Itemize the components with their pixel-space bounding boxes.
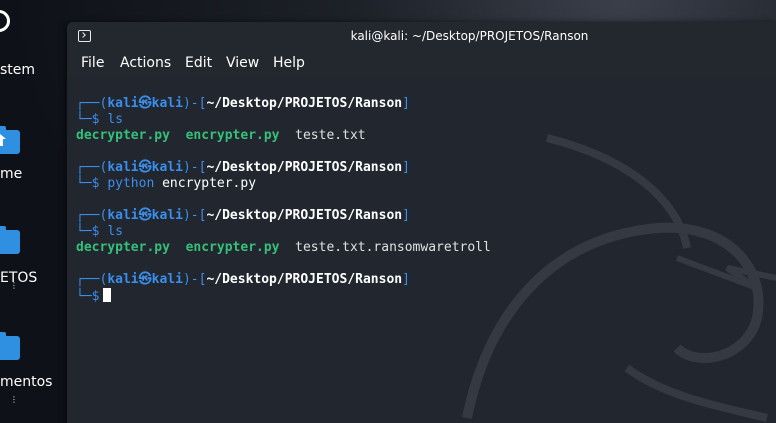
desktop-icon-label: mentos [0,374,53,390]
drive-indicator-icon: ⋮ [10,395,18,404]
desktop-icon-label: ETOS [0,270,38,286]
desktop-icon-label: me [0,166,23,182]
text-cursor [103,288,112,302]
output-line: decrypter.py encrypter.py teste.txt [76,128,366,143]
folder-icon [0,226,20,254]
prompt-line: ┌──(kali㉿kali)-[~/Desktop/PROJETOS/Ranso… [76,96,410,111]
prompt-line: ┌──(kali㉿kali)-[~/Desktop/PROJETOS/Ranso… [76,160,410,175]
command-line: └─$ ls [76,112,123,127]
drive-indicator-icon: ⋮ [10,281,18,290]
menu-view[interactable]: View [226,55,259,71]
prompt-line: ┌──(kali㉿kali)-[~/Desktop/PROJETOS/Ranso… [76,272,410,287]
menu-help[interactable]: Help [273,55,305,71]
terminal-window[interactable]: kali@kali: ~/Desktop/PROJETOS/Ranson Fil… [67,22,776,423]
prompt-line: ┌──(kali㉿kali)-[~/Desktop/PROJETOS/Ranso… [76,208,410,223]
kali-dragon-watermark-icon [462,134,776,422]
home-folder-icon [0,126,20,154]
command-line: └─$ python encrypter.py [76,176,257,191]
output-line: decrypter.py encrypter.py teste.txt.rans… [76,240,491,255]
terminal-body[interactable]: ┌──(kali㉿kali)-[~/Desktop/PROJETOS/Ranso… [67,78,776,423]
command-line: └─$ ls [76,224,123,239]
command-line[interactable]: └─$ [76,288,112,304]
menu-file[interactable]: File [81,55,104,71]
menu-bar: File Actions Edit View Help [67,52,776,78]
desktop-icon-label: stem [0,62,36,78]
menu-edit[interactable]: Edit [185,55,212,71]
window-title: kali@kali: ~/Desktop/PROJETOS/Ranson [350,29,589,43]
menu-actions[interactable]: Actions [120,55,171,71]
title-bar[interactable]: kali@kali: ~/Desktop/PROJETOS/Ranson [67,22,776,52]
folder-icon [0,332,20,360]
